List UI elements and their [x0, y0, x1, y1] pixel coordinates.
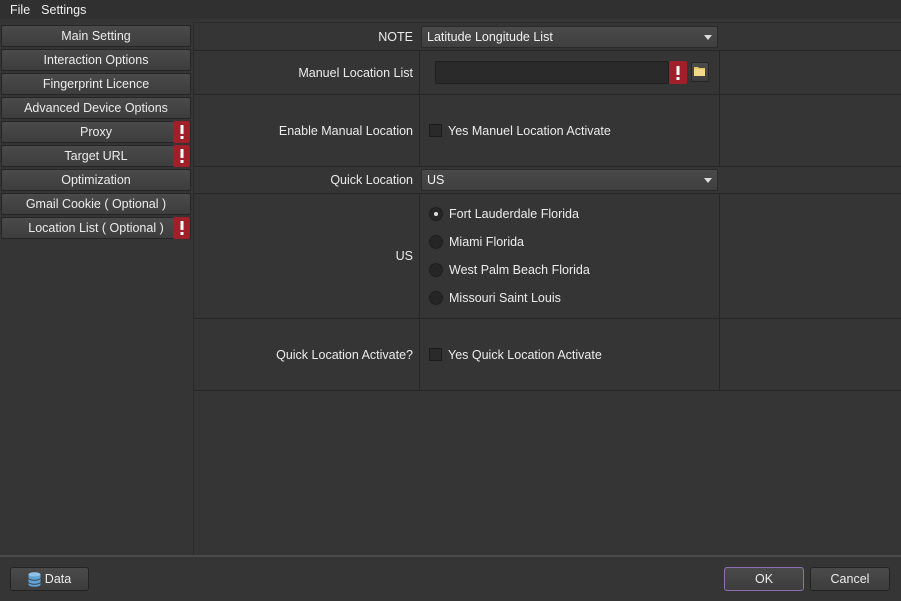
sidebar-item-label: Optimization — [61, 173, 131, 187]
sidebar-item-location-list[interactable]: Location List ( Optional ) — [1, 217, 191, 239]
column-divider — [419, 319, 420, 390]
sidebar-item-label: Main Setting — [61, 29, 131, 43]
radio-missouri-saint-louis[interactable] — [429, 291, 443, 305]
enable-manual-location-label: Enable Manual Location — [278, 123, 413, 138]
radio-label[interactable]: Missouri Saint Louis — [449, 291, 561, 305]
quick-location-select[interactable]: US — [421, 169, 718, 191]
sidebar-item-main-setting[interactable]: Main Setting — [1, 25, 191, 47]
radio-label[interactable]: Miami Florida — [449, 235, 524, 249]
manual-location-list-input[interactable] — [435, 61, 669, 84]
sidebar-item-target-url[interactable]: Target URL — [1, 145, 191, 167]
radio-fort-lauderdale-florida[interactable] — [429, 207, 443, 221]
column-divider — [719, 51, 720, 94]
quick-location-activate-row: Quick Location Activate? Yes Quick Locat… — [194, 319, 901, 391]
menu-file[interactable]: File — [0, 3, 37, 17]
chevron-down-icon — [704, 178, 712, 183]
browse-folder-button[interactable] — [691, 62, 709, 82]
column-divider — [719, 319, 720, 390]
radio-label[interactable]: West Palm Beach Florida — [449, 263, 590, 277]
quick-location-activate-label: Quick Location Activate? — [276, 347, 413, 362]
database-icon — [28, 571, 41, 587]
quick-location-label: Quick Location — [330, 173, 413, 187]
enable-manual-location-checkbox[interactable] — [429, 124, 442, 137]
chevron-down-icon — [704, 35, 712, 40]
sidebar-item-proxy[interactable]: Proxy — [1, 121, 191, 143]
sidebar-item-label: Fingerprint Licence — [42, 77, 150, 91]
column-divider — [719, 194, 720, 318]
ok-button-label: OK — [754, 572, 774, 586]
menu-settings[interactable]: Settings — [37, 3, 93, 17]
radio-label[interactable]: Fort Lauderdale Florida — [449, 207, 579, 221]
sidebar-item-interaction-options[interactable]: Interaction Options — [1, 49, 191, 71]
warning-icon — [669, 61, 687, 84]
cancel-button-label: Cancel — [830, 572, 870, 586]
enable-manual-location-checkbox-label[interactable]: Yes Manuel Location Activate — [448, 124, 611, 138]
quick-location-row: Quick Location US — [194, 167, 901, 194]
manual-location-list-row: Manuel Location List — [194, 51, 901, 95]
sidebar-item-advanced-device-options[interactable]: Advanced Device Options — [1, 97, 191, 119]
sidebar-item-gmail-cookie[interactable]: Gmail Cookie ( Optional ) — [1, 193, 191, 215]
sidebar-item-fingerprint-licence[interactable]: Fingerprint Licence — [1, 73, 191, 95]
column-divider — [419, 51, 420, 94]
settings-form: NOTE Latitude Longitude List Manuel Loca… — [193, 22, 901, 555]
data-button-label: Data — [44, 572, 72, 586]
enable-manual-location-row: Enable Manual Location Yes Manuel Locati… — [194, 95, 901, 167]
note-label: NOTE — [378, 29, 413, 44]
sidebar-item-label: Target URL — [64, 149, 128, 163]
sidebar-item-label: Location List ( Optional ) — [28, 221, 164, 235]
manual-location-list-label: Manuel Location List — [298, 65, 413, 80]
warning-icon — [173, 121, 190, 143]
menu-bar: File Settings — [0, 0, 901, 19]
folder-icon — [694, 65, 706, 79]
sidebar-item-label: Proxy — [80, 125, 112, 139]
data-button[interactable]: Data — [10, 567, 89, 591]
sidebar: Main Setting Interaction Options Fingerp… — [0, 22, 193, 555]
us-label: US — [395, 249, 413, 263]
sidebar-item-label: Gmail Cookie ( Optional ) — [25, 197, 167, 211]
radio-miami-florida[interactable] — [429, 235, 443, 249]
warning-icon — [173, 145, 190, 167]
column-divider — [419, 194, 420, 318]
quick-location-select-value: US — [427, 173, 445, 187]
us-locations-row: US Fort Lauderdale Florida Miami Florida… — [194, 194, 901, 319]
quick-location-activate-checkbox[interactable] — [429, 348, 442, 361]
note-select-value: Latitude Longitude List — [427, 30, 553, 44]
warning-icon — [173, 217, 190, 239]
sidebar-item-label: Advanced Device Options — [24, 101, 168, 115]
sidebar-item-optimization[interactable]: Optimization — [1, 169, 191, 191]
sidebar-item-label: Interaction Options — [43, 53, 149, 67]
radio-west-palm-beach-florida[interactable] — [429, 263, 443, 277]
column-divider — [719, 95, 720, 166]
note-row: NOTE Latitude Longitude List — [194, 23, 901, 51]
column-divider — [419, 95, 420, 166]
quick-location-activate-checkbox-label[interactable]: Yes Quick Location Activate — [448, 348, 602, 362]
bottom-bar: Data OK Cancel — [0, 555, 901, 601]
ok-button[interactable]: OK — [724, 567, 804, 591]
cancel-button[interactable]: Cancel — [810, 567, 890, 591]
note-select[interactable]: Latitude Longitude List — [421, 26, 718, 48]
